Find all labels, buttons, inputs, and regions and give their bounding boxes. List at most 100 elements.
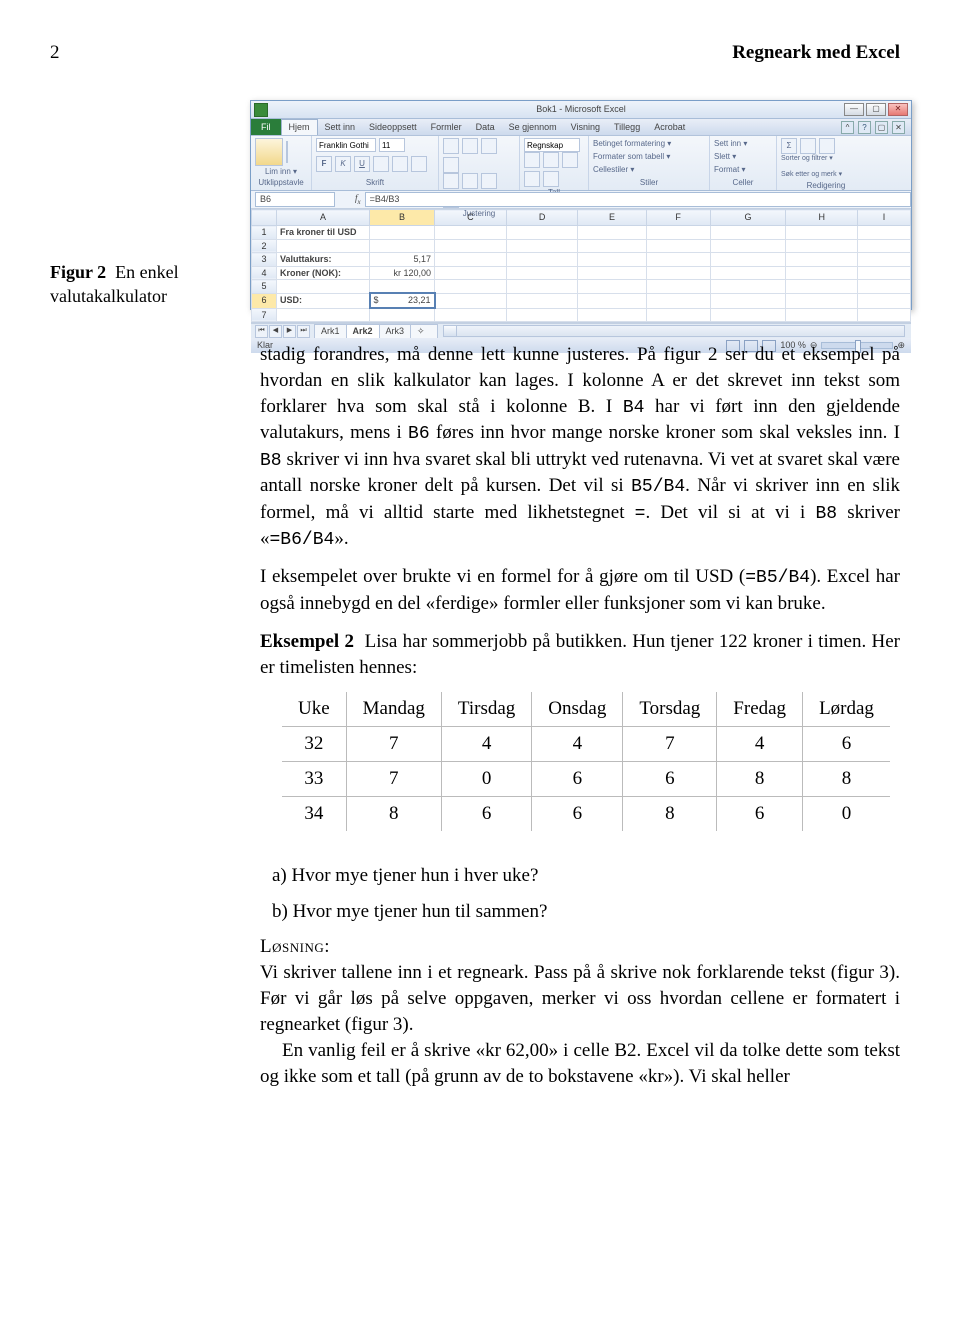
- col-header-g[interactable]: G: [710, 210, 786, 226]
- cut-icon[interactable]: [286, 141, 288, 152]
- cell[interactable]: [370, 308, 435, 322]
- sheet-nav-prev-icon[interactable]: ◀: [269, 325, 282, 338]
- font-shrink-icon[interactable]: [411, 156, 427, 172]
- cell[interactable]: [277, 308, 370, 322]
- cell-styles-button[interactable]: Cellestiler ▾: [593, 164, 705, 175]
- close-button[interactable]: ✕: [888, 103, 908, 116]
- row-header[interactable]: 4: [252, 266, 277, 280]
- align-center-icon[interactable]: [462, 173, 478, 189]
- currency-icon[interactable]: [524, 152, 540, 168]
- autosum-icon[interactable]: Σ: [781, 138, 797, 154]
- cell[interactable]: [277, 280, 370, 294]
- col-header-f[interactable]: F: [646, 210, 710, 226]
- fill-icon[interactable]: [800, 138, 816, 154]
- paste-icon[interactable]: [255, 138, 283, 166]
- table-header: Lørdag: [803, 692, 890, 726]
- page-title: Regneark med Excel: [732, 40, 900, 67]
- tab-home[interactable]: Hjem: [281, 119, 318, 135]
- tab-data[interactable]: Data: [469, 120, 502, 135]
- file-tab[interactable]: Fil: [251, 119, 281, 135]
- sheet-nav-next-icon[interactable]: ▶: [283, 325, 296, 338]
- sheet-tab-ark1[interactable]: Ark1: [314, 324, 347, 338]
- row-header[interactable]: 2: [252, 239, 277, 253]
- col-header-d[interactable]: D: [506, 210, 578, 226]
- worksheet-grid[interactable]: A B C D E F G H I 1Fra kroner til USD 2 …: [251, 209, 911, 323]
- align-top-icon[interactable]: [443, 138, 459, 154]
- window-close-icon[interactable]: ✕: [892, 121, 905, 134]
- border-icon[interactable]: [373, 156, 389, 172]
- cell[interactable]: kr 120,00: [370, 266, 435, 280]
- horizontal-scrollbar[interactable]: [443, 325, 905, 337]
- align-mid-icon[interactable]: [462, 138, 478, 154]
- col-header-b[interactable]: B: [370, 210, 435, 226]
- tab-formulas[interactable]: Formler: [424, 120, 469, 135]
- cell[interactable]: [370, 280, 435, 294]
- wrap-icon[interactable]: [443, 157, 459, 173]
- font-size-input[interactable]: [379, 138, 405, 152]
- font-grow-icon[interactable]: [392, 156, 408, 172]
- sheet-nav-last-icon[interactable]: ⏭: [297, 325, 310, 338]
- maximize-button[interactable]: ▢: [866, 103, 886, 116]
- insert-cells-button[interactable]: Sett inn ▾: [714, 138, 772, 149]
- selected-cell[interactable]: $23,21: [370, 293, 435, 308]
- sheet-tab-ark2[interactable]: Ark2: [346, 324, 380, 338]
- italic-icon[interactable]: K: [335, 156, 351, 172]
- col-header-h[interactable]: H: [786, 210, 858, 226]
- cell[interactable]: Valuttakurs:: [277, 253, 370, 267]
- minimize-button[interactable]: —: [844, 103, 864, 116]
- find-select-button[interactable]: Søk etter og merk ▾: [781, 170, 842, 180]
- cell[interactable]: [277, 239, 370, 253]
- row-header[interactable]: 5: [252, 280, 277, 294]
- number-format-select[interactable]: [524, 138, 580, 152]
- underline-icon[interactable]: U: [354, 156, 370, 172]
- sort-filter-button[interactable]: Sorter og filtrer ▾: [781, 154, 833, 164]
- font-group-label: Skrift: [316, 177, 434, 188]
- sheet-nav-first-icon[interactable]: ⏮: [255, 325, 268, 338]
- clear-icon[interactable]: [819, 138, 835, 154]
- sheet-tab-ark3[interactable]: Ark3: [379, 324, 412, 338]
- row-header[interactable]: 6: [252, 293, 277, 308]
- align-right-icon[interactable]: [481, 173, 497, 189]
- formula-bar[interactable]: =B4/B3: [365, 192, 911, 207]
- window-title: Bok1 - Microsoft Excel: [251, 103, 911, 116]
- col-header-e[interactable]: E: [578, 210, 646, 226]
- copy-icon[interactable]: [286, 152, 288, 163]
- format-cells-button[interactable]: Format ▾: [714, 164, 772, 175]
- help-icon[interactable]: ?: [858, 121, 871, 134]
- select-all-button[interactable]: [252, 210, 277, 226]
- align-bot-icon[interactable]: [481, 138, 497, 154]
- tab-acrobat[interactable]: Acrobat: [647, 120, 692, 135]
- cond-format-button[interactable]: Betinget formatering ▾: [593, 138, 705, 149]
- cell[interactable]: 5,17: [370, 253, 435, 267]
- bold-icon[interactable]: F: [316, 156, 332, 172]
- percent-icon[interactable]: [543, 152, 559, 168]
- row-header[interactable]: 1: [252, 226, 277, 240]
- delete-cells-button[interactable]: Slett ▾: [714, 151, 772, 162]
- dec-dec-icon[interactable]: [543, 171, 559, 187]
- align-left-icon[interactable]: [443, 173, 459, 189]
- tab-review[interactable]: Se gjennom: [502, 120, 564, 135]
- font-name-input[interactable]: [316, 138, 376, 152]
- row-header[interactable]: 7: [252, 308, 277, 322]
- minimize-ribbon-icon[interactable]: ^: [841, 121, 854, 134]
- window-restore-icon[interactable]: ▢: [875, 121, 888, 134]
- comma-icon[interactable]: [562, 152, 578, 168]
- col-header-a[interactable]: A: [277, 210, 370, 226]
- col-header-i[interactable]: I: [858, 210, 911, 226]
- tab-view[interactable]: Visning: [564, 120, 607, 135]
- cell[interactable]: Kroner (NOK):: [277, 266, 370, 280]
- name-box[interactable]: B6: [255, 192, 335, 207]
- format-table-button[interactable]: Formater som tabell ▾: [593, 151, 705, 162]
- cell[interactable]: Fra kroner til USD: [277, 226, 370, 240]
- dec-inc-icon[interactable]: [524, 171, 540, 187]
- tab-addins[interactable]: Tillegg: [607, 120, 647, 135]
- table-header: Tirsdag: [441, 692, 531, 726]
- tab-layout[interactable]: Sideoppsett: [362, 120, 424, 135]
- cell[interactable]: [370, 226, 435, 240]
- new-sheet-button[interactable]: ✧: [410, 324, 438, 338]
- cell[interactable]: [370, 239, 435, 253]
- tab-insert[interactable]: Sett inn: [318, 120, 363, 135]
- row-header[interactable]: 3: [252, 253, 277, 267]
- cell[interactable]: USD:: [277, 293, 370, 308]
- fx-icon[interactable]: fx: [355, 192, 361, 208]
